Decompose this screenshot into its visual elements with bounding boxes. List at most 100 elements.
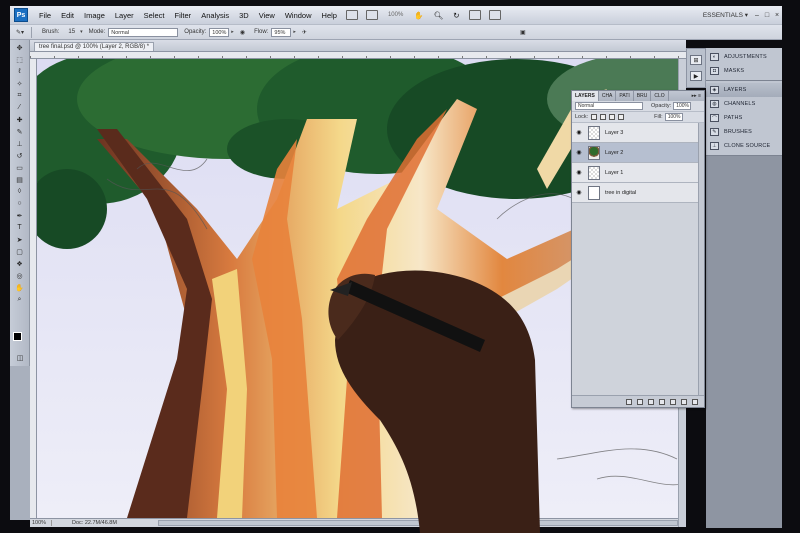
3d-rotate-tool-icon[interactable]: ❖ [14,259,26,268]
visibility-eye-icon[interactable]: ◉ [572,189,586,196]
new-layer-icon[interactable] [681,398,687,405]
vertical-ruler[interactable] [30,59,37,518]
horizontal-scrollbar[interactable] [158,520,678,526]
lock-position-icon[interactable] [609,114,616,120]
layer-row[interactable]: ◉ Layer 2 [572,143,704,163]
workspace-switcher[interactable]: ESSENTIALS ▾ [703,11,752,19]
lasso-tool-icon[interactable]: ℓ [14,67,26,76]
layer-row[interactable]: ◉ Layer 3 [572,123,704,143]
new-group-icon[interactable] [670,398,676,405]
mode-select[interactable]: Normal [108,27,179,37]
visibility-eye-icon[interactable]: ◉ [572,169,586,176]
visibility-eye-icon[interactable]: ◉ [572,149,586,156]
menu-layer[interactable]: Layer [110,11,139,20]
opacity-input[interactable]: 100% [209,27,230,37]
brush-tool-preset-icon[interactable]: ✎▾ [16,29,24,36]
tab-brushes[interactable]: BRU [634,91,652,101]
path-select-tool-icon[interactable]: ➤ [14,235,26,244]
launch-bridge-icon[interactable] [345,10,358,20]
marquee-tool-icon[interactable]: ⬚ [14,55,26,64]
lock-transparent-icon[interactable] [591,114,598,120]
zoom-level[interactable]: 100% [388,12,403,18]
layer-row[interactable]: ◉ tree in digital [572,183,704,203]
panel-paths[interactable]: ⌒ PATHS [706,111,782,125]
menu-edit[interactable]: Edit [56,11,79,20]
panel-masks[interactable]: ◘ MASKS [706,64,782,78]
actions-icon[interactable]: ▶ [690,71,702,81]
foreground-color-swatch[interactable] [13,332,22,341]
history-icon[interactable]: ⊞ [690,55,702,65]
airbrush-icon[interactable]: ✈ [302,29,307,36]
restore-icon[interactable]: □ [762,12,772,19]
panel-brushes[interactable]: ✎ BRUSHES [706,125,782,139]
fill-input[interactable]: 100% [664,113,683,121]
rotate-view-icon[interactable]: ↻ [448,11,464,20]
brush-size[interactable]: 15 [68,29,75,35]
close-icon[interactable]: × [772,12,782,19]
panel-channels[interactable]: ◍ CHANNELS [706,97,782,111]
view-extras-icon[interactable] [365,10,378,20]
panel-menu-icon[interactable]: ▸▸ ≡ [689,91,704,101]
hand-tool-sidebar-icon[interactable]: ✋ [14,283,26,292]
healing-brush-tool-icon[interactable]: ✚ [14,115,26,124]
adjustment-layer-icon[interactable] [659,398,665,405]
history-brush-tool-icon[interactable]: ↺ [14,151,26,160]
zoom-tool-icon[interactable]: 🔍︎ [429,11,449,20]
tab-channels[interactable]: CHA [599,91,617,101]
menu-file[interactable]: File [34,11,56,20]
tab-layers[interactable]: LAYERS [572,91,599,101]
move-tool-icon[interactable]: ✥ [14,43,26,52]
quick-mask-icon[interactable]: ◫ [14,353,26,362]
menu-window[interactable]: Window [280,11,317,20]
tab-paths[interactable]: PATI [616,91,634,101]
zoom-tool-sidebar-icon[interactable]: ⌕ [14,295,26,304]
menu-select[interactable]: Select [139,11,170,20]
menu-image[interactable]: Image [79,11,110,20]
layer-opacity-input[interactable]: 100% [673,102,692,110]
flow-input[interactable]: 95% [271,27,292,37]
panel-clone-source[interactable]: ⊥ CLONE SOURCE [706,139,782,153]
minimize-icon[interactable]: – [752,12,762,19]
menu-view[interactable]: View [254,11,280,20]
pen-tool-icon[interactable]: ✒ [14,211,26,220]
brush-tool-icon[interactable]: ✎ [14,127,26,136]
gradient-tool-icon[interactable]: ▤ [14,175,26,184]
lock-all-icon[interactable] [618,114,625,120]
visibility-eye-icon[interactable]: ◉ [572,129,586,136]
panel-adjustments[interactable]: ◐ ADJUSTMENTS [706,50,782,64]
brush-picker-arrow-icon[interactable]: ▾ [80,29,83,35]
quick-select-tool-icon[interactable]: ✧ [14,79,26,88]
eyedropper-tool-icon[interactable]: ⁄ [14,103,26,112]
document-size-info[interactable]: Doc: 22.7M/46.8M [52,520,117,526]
shape-tool-icon[interactable]: ▢ [14,247,26,256]
link-layers-icon[interactable] [626,398,632,405]
panel-layers[interactable]: ◈ LAYERS [706,83,782,97]
hand-tool-icon[interactable]: ✋ [409,11,428,20]
menu-analysis[interactable]: Analysis [196,11,234,20]
flow-slider-arrow-icon[interactable]: ▸ [293,29,296,35]
menu-filter[interactable]: Filter [170,11,197,20]
opacity-slider-arrow-icon[interactable]: ▸ [231,29,234,35]
status-zoom-level[interactable]: 100% [30,520,52,526]
clone-stamp-tool-icon[interactable]: ⊥ [14,139,26,148]
layer-style-icon[interactable] [637,398,643,405]
document-tab[interactable]: tree final.psd @ 100% (Layer 2, RGB/8) * [34,42,155,51]
menu-help[interactable]: Help [317,11,342,20]
tab-clone-source[interactable]: CLO [651,91,669,101]
menu-3d[interactable]: 3D [234,11,254,20]
crop-tool-icon[interactable]: ⌗ [14,91,26,100]
layers-scrollbar[interactable] [698,123,704,395]
layer-row[interactable]: ◉ Layer 1 [572,163,704,183]
eraser-tool-icon[interactable]: ▭ [14,163,26,172]
pressure-opacity-icon[interactable]: ◉ [240,29,245,36]
screen-mode-icon[interactable] [488,10,501,20]
arrange-documents-icon[interactable] [468,10,481,20]
type-tool-icon[interactable]: T [14,223,26,232]
blur-tool-icon[interactable]: ◊ [14,187,26,196]
3d-orbit-tool-icon[interactable]: ◎ [14,271,26,280]
add-mask-icon[interactable] [648,398,654,405]
tablet-pressure-icon[interactable]: ▣ [520,29,526,36]
horizontal-ruler[interactable] [30,52,686,59]
dodge-tool-icon[interactable]: ○ [14,199,26,208]
trash-icon[interactable] [692,398,698,405]
